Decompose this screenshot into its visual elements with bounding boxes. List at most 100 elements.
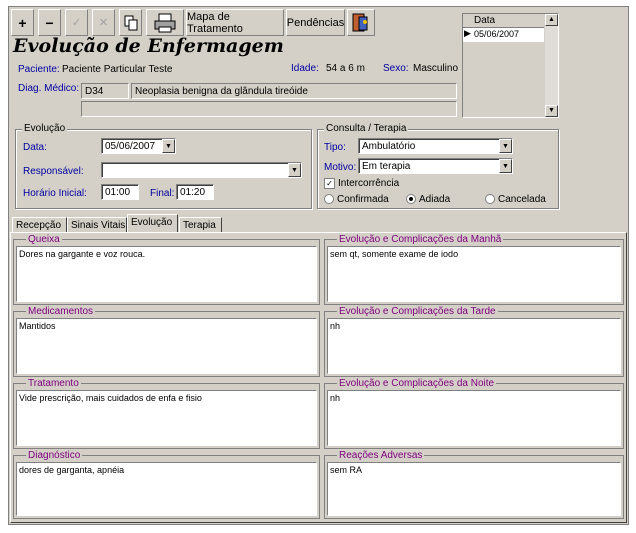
mapa-tratamento-label: Mapa de Tratamento <box>187 10 243 35</box>
diag-desc-text: Neoplasia benigna da glândula tireóide <box>135 86 308 97</box>
confirmada-label: Confirmada <box>337 194 389 205</box>
evolucao-manha-title: Evolução e Complicações da Manhã <box>337 234 504 245</box>
idade-label: Idade: <box>291 63 319 74</box>
radio-icon[interactable] <box>485 194 495 205</box>
queixa-title: Queixa <box>26 234 62 245</box>
date-list-scrollbar[interactable]: ▲ ▼ <box>545 14 558 117</box>
medicamentos-group: Medicamentos Mantidos <box>13 306 320 377</box>
page-title: Evolução de Enfermagem <box>13 35 284 57</box>
scroll-down-icon[interactable]: ▼ <box>545 105 558 117</box>
paciente-value: Paciente Particular Teste <box>62 64 173 75</box>
final-label: Final: <box>150 188 175 199</box>
cancelada-label: Cancelada <box>498 194 546 205</box>
tab-sinais-vitais[interactable]: Sinais Vitais <box>67 217 127 233</box>
scroll-up-icon[interactable]: ▲ <box>545 14 558 26</box>
status-radio-confirmada[interactable]: Confirmada <box>324 194 389 205</box>
print-button[interactable] <box>146 9 184 36</box>
add-icon: + <box>18 14 27 31</box>
tab-recepcao-label: Recepção <box>16 220 62 231</box>
remove-button[interactable]: − <box>38 9 61 36</box>
chevron-down-icon[interactable]: ▼ <box>162 139 175 153</box>
date-list-row[interactable]: ▶ 05/06/2007 <box>463 28 544 42</box>
date-list-header-label: Data <box>474 15 496 26</box>
tratamento-group: Tratamento Vide prescrição, mais cuidado… <box>13 378 320 449</box>
pendencias-label: Pendências <box>286 16 345 29</box>
data-label: Data: <box>23 142 47 153</box>
motivo-dropdown[interactable]: Em terapia ▼ <box>358 158 513 174</box>
status-radio-adiada[interactable]: Adiada <box>406 194 450 205</box>
confirm-button[interactable]: ✓ <box>65 9 88 36</box>
evolucao-tarde-title: Evolução e Complicações da Tarde <box>337 306 498 317</box>
tab-evolucao[interactable]: Evolução <box>127 214 178 233</box>
horario-inicial-input[interactable]: 01:00 <box>101 184 139 200</box>
medicamentos-title: Medicamentos <box>26 306 96 317</box>
intercorrencia-checkbox[interactable]: ✓ Intercorrência <box>324 178 399 189</box>
evolucao-tarde-memo[interactable]: nh <box>327 318 621 374</box>
data-dropdown[interactable]: 05/06/2007 ▼ <box>101 138 176 154</box>
tab-terapia[interactable]: Terapia <box>179 217 222 233</box>
tab-evolucao-label: Evolução <box>131 217 173 228</box>
status-radio-cancelada[interactable]: Cancelada <box>485 194 546 205</box>
evolucao-group: Evolução Data: 05/06/2007 ▼ Responsável:… <box>15 123 312 209</box>
final-value: 01:20 <box>180 187 206 198</box>
horario-inicial-value: 01:00 <box>105 187 131 198</box>
adiada-label: Adiada <box>419 194 451 205</box>
motivo-label: Motivo: <box>324 162 357 173</box>
pendencias-button[interactable]: Pendências <box>286 9 345 36</box>
radio-selected-icon[interactable] <box>406 194 416 205</box>
add-button[interactable]: + <box>11 9 34 36</box>
evolucao-manha-group: Evolução e Complicações da Manhã sem qt,… <box>324 234 624 305</box>
final-input[interactable]: 01:20 <box>176 184 214 200</box>
responsavel-dropdown[interactable]: ▼ <box>101 162 302 178</box>
evolucao-manha-memo[interactable]: sem qt, somente exame de iodo <box>327 246 621 302</box>
tipo-dropdown[interactable]: Ambulatório ▼ <box>358 138 513 154</box>
reacoes-adversas-title: Reações Adversas <box>337 450 425 461</box>
exit-button[interactable] <box>347 9 375 36</box>
diagnostico-memo[interactable]: dores de garganta, apnéia <box>16 462 317 516</box>
chevron-down-icon[interactable]: ▼ <box>499 159 512 173</box>
reacoes-adversas-memo[interactable]: sem RA <box>327 462 621 516</box>
date-list[interactable]: Data ▶ 05/06/2007 ▲ ▼ <box>462 13 559 118</box>
diag-medico-label: Diag. Médico: <box>18 83 80 94</box>
printer-icon <box>154 13 176 32</box>
evolucao-noite-memo[interactable]: nh <box>327 390 621 446</box>
tratamento-memo[interactable]: Vide prescrição, mais cuidados de enfa e… <box>16 390 317 446</box>
sexo-value: Masculino <box>413 63 459 74</box>
consulta-terapia-title: Consulta / Terapia <box>324 123 409 134</box>
tab-sinais-vitais-label: Sinais Vitais <box>71 220 126 231</box>
queixa-memo[interactable]: Dores na gargante e voz rouca. <box>16 246 317 302</box>
tratamento-title: Tratamento <box>26 378 81 389</box>
evolucao-tab-panel: Queixa Dores na gargante e voz rouca. Ev… <box>10 232 627 523</box>
idade-value: 54 a 6 m <box>326 63 365 74</box>
chevron-down-icon[interactable]: ▼ <box>499 139 512 153</box>
medicamentos-memo[interactable]: Mantidos <box>16 318 317 374</box>
diag-desc-field: Neoplasia benigna da glândula tireóide <box>131 83 457 99</box>
horario-inicial-label: Horário Inicial: <box>23 188 87 199</box>
row-pointer-icon: ▶ <box>464 28 471 38</box>
diag-code-text: D34 <box>85 86 104 97</box>
evolucao-noite-group: Evolução e Complicações da Noite nh <box>324 378 624 449</box>
cancel-button[interactable]: ✕ <box>92 9 115 36</box>
main-window: + − ✓ ✕ Mapa de Tratamento Pendências Ev… <box>8 6 629 525</box>
responsavel-label: Responsável: <box>23 166 84 177</box>
evolucao-noite-title: Evolução e Complicações da Noite <box>337 378 497 389</box>
diagnostico-title: Diagnóstico <box>26 450 83 461</box>
tipo-value: Ambulatório <box>362 141 416 152</box>
diag-extra-field <box>81 101 457 117</box>
mapa-tratamento-button[interactable]: Mapa de Tratamento <box>186 9 284 36</box>
copy-button[interactable] <box>119 9 142 36</box>
chevron-down-icon[interactable]: ▼ <box>288 163 301 177</box>
evolucao-tarde-group: Evolução e Complicações da Tarde nh <box>324 306 624 377</box>
diag-code-field: D34 <box>81 83 129 99</box>
date-list-row-value: 05/06/2007 <box>474 29 520 39</box>
radio-icon[interactable] <box>324 194 334 205</box>
motivo-value: Em terapia <box>362 161 411 172</box>
reacoes-adversas-group: Reações Adversas sem RA <box>324 450 624 519</box>
tipo-label: Tipo: <box>324 142 346 153</box>
date-list-header[interactable]: Data <box>463 14 544 28</box>
tab-terapia-label: Terapia <box>183 220 216 231</box>
exit-door-icon <box>352 13 368 31</box>
tab-recepcao[interactable]: Recepção <box>12 217 67 233</box>
checkbox-checked-icon[interactable]: ✓ <box>324 178 335 189</box>
check-icon: ✓ <box>71 17 82 29</box>
